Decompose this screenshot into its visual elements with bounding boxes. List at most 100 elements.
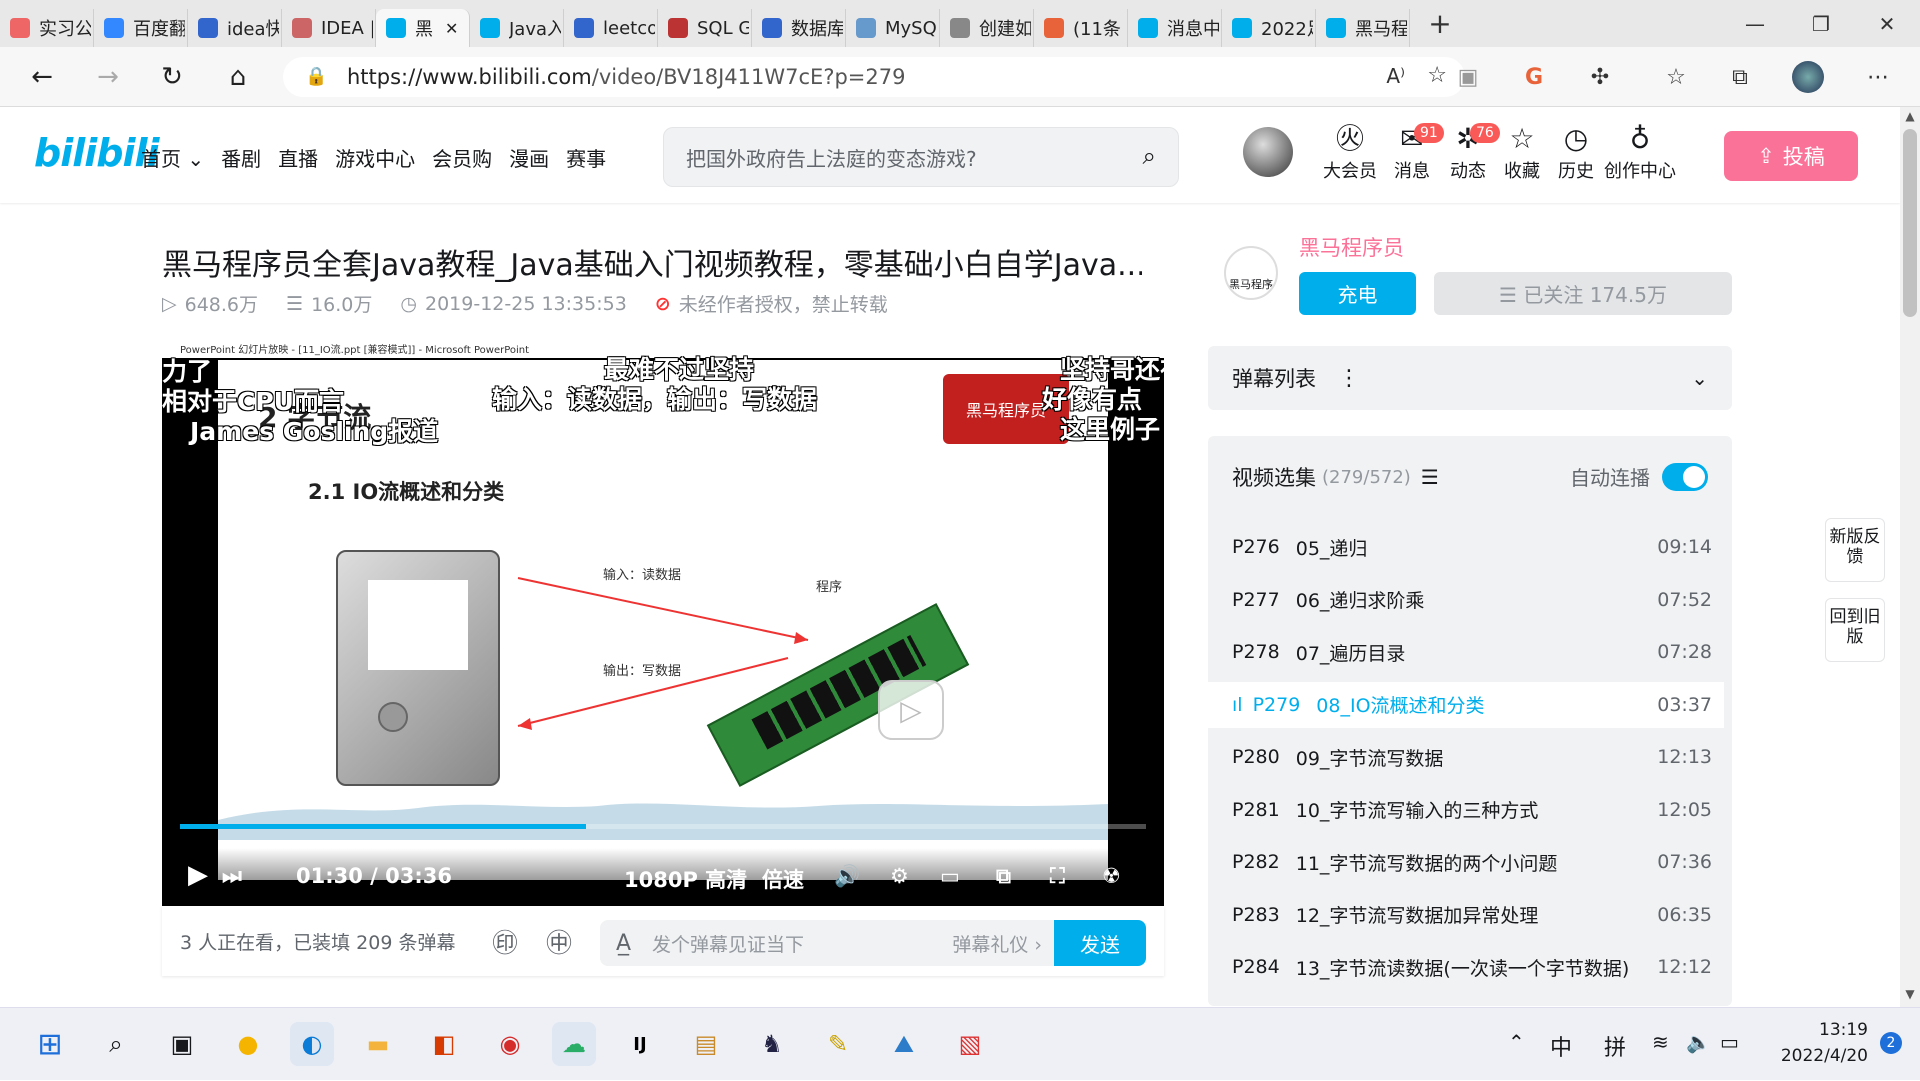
add-favorite-icon[interactable]: ☆ <box>1427 63 1447 88</box>
browser-tab[interactable]: 百度翻 <box>94 9 188 47</box>
search-input[interactable]: 把国外政府告上法庭的变态游戏? ⌕ <box>663 127 1179 187</box>
danmaku-settings-icon[interactable]: ㊥ <box>546 923 572 960</box>
browser-tab[interactable]: 消息中 <box>1128 9 1222 47</box>
upload-button[interactable]: ⇪ 投稿 <box>1724 131 1858 181</box>
photos-icon[interactable]: ⛰ <box>882 1022 926 1066</box>
episode-item[interactable]: P278 07_遍历目录 07:28 <box>1208 629 1724 675</box>
home-icon[interactable]: ⌂ <box>220 59 256 95</box>
episode-item[interactable]: P28514_字节流复制文本文件04:11 <box>1208 997 1724 1007</box>
header-item-vip[interactable]: ㊋大会员 <box>1322 121 1378 183</box>
browser-tab[interactable]: leetco <box>564 9 658 47</box>
notes-icon[interactable]: ✎ <box>816 1022 860 1066</box>
scrollbar-thumb[interactable] <box>1903 129 1917 317</box>
chevron-down-icon[interactable]: ⌄ <box>1691 366 1708 390</box>
video-player[interactable]: PowerPoint 幻灯片放映 - [11_IO流.ppt [兼容模式]] -… <box>162 344 1164 906</box>
danmaku-list-panel[interactable]: 弹幕列表 ⋮ ⌄ <box>1208 346 1732 410</box>
archive-icon[interactable]: ▤ <box>684 1022 728 1066</box>
episode-item[interactable]: ıl P279 08_IO流概述和分类 03:37 <box>1208 681 1724 728</box>
browser-tab[interactable]: SQL G <box>658 9 752 47</box>
text-style-icon[interactable]: A̲ <box>616 931 631 956</box>
header-item-dynamic[interactable]: ✲ 动态 76 <box>1440 121 1500 183</box>
browser-tab[interactable]: 实习公 <box>0 9 94 47</box>
extension-icon[interactable]: G <box>1518 61 1550 93</box>
episode-item[interactable]: P281 10_字节流写输入的三种方式 12:05 <box>1208 787 1724 833</box>
next-icon[interactable]: ⏭ <box>222 864 242 889</box>
browser-tab[interactable]: 黑马程 <box>1316 9 1410 47</box>
lock-icon[interactable]: 🔒 <box>305 66 327 87</box>
clock-date[interactable]: 2022/4/20 <box>1768 1046 1868 1066</box>
nav-item[interactable]: 首页 ⌄ <box>141 143 204 172</box>
nav-item[interactable]: 番剧 <box>221 143 261 172</box>
new-tab-button[interactable]: + <box>1420 4 1460 44</box>
autoplay-toggle[interactable] <box>1662 462 1708 491</box>
danmaku-toggle-icon[interactable]: ㊞ <box>492 923 518 960</box>
send-button[interactable]: 发送 <box>1054 920 1146 966</box>
settings-icon[interactable]: ⚙ <box>890 864 909 888</box>
scroll-down-arrow[interactable]: ▼ <box>1900 987 1920 1001</box>
episode-item[interactable]: P276 05_递归 09:14 <box>1208 524 1724 570</box>
chevron-up-icon[interactable]: ⌃ <box>1508 1030 1525 1054</box>
episode-item[interactable]: P277 06_递归求阶乘 07:52 <box>1208 577 1724 623</box>
charge-button[interactable]: 充电 <box>1299 272 1416 315</box>
header-item-message[interactable]: ✉ 消息 91 <box>1384 121 1444 183</box>
pdf-reader-icon[interactable]: ▧ <box>948 1022 992 1066</box>
wechat-icon[interactable]: ☁ <box>552 1022 596 1066</box>
header-item-bulb[interactable]: ♁ 创作中心 <box>1598 121 1682 183</box>
close-tab-icon[interactable]: ✕ <box>445 19 458 38</box>
extensions-puzzle-icon[interactable]: ✣ <box>1584 61 1616 93</box>
favorites-icon[interactable]: ☆ <box>1660 61 1692 93</box>
browser-tab[interactable]: 创建如 <box>940 9 1034 47</box>
nav-item[interactable]: 漫画 <box>509 143 549 172</box>
uploader-avatar[interactable]: 黑马程序 <box>1224 246 1278 300</box>
clock-time[interactable]: 13:19 <box>1768 1020 1868 1040</box>
collections-icon[interactable]: ▣ <box>1452 61 1484 93</box>
office-icon[interactable]: ◧ <box>422 1022 466 1066</box>
collections-add-icon[interactable]: ⧉ <box>1724 61 1756 93</box>
browser-tab[interactable]: (11条 <box>1034 9 1128 47</box>
nav-item[interactable]: 直播 <box>278 143 318 172</box>
ime-mode[interactable]: 中 <box>1550 1030 1572 1062</box>
widescreen-icon[interactable]: ▭ <box>940 864 960 888</box>
episode-item[interactable]: P284 13_字节流读数据(一次读一个字节数据) 12:12 <box>1208 944 1724 990</box>
episode-item[interactable]: P282 11_字节流写数据的两个小问题 07:36 <box>1208 839 1724 885</box>
notification-badge[interactable]: 2 <box>1880 1032 1902 1054</box>
browser-tab[interactable]: Java入 <box>470 9 564 47</box>
search-icon[interactable]: ⌕ <box>1143 142 1156 170</box>
edge-browser-icon[interactable]: ◐ <box>290 1022 334 1066</box>
volume-tray-icon[interactable]: 🔈 <box>1686 1030 1711 1054</box>
maximize-button[interactable]: ❐ <box>1788 0 1854 47</box>
more-options-icon[interactable]: ⋮ <box>1338 366 1360 391</box>
browser-tab[interactable]: idea快 <box>188 9 282 47</box>
more-menu-icon[interactable]: ⋯ <box>1862 61 1894 93</box>
nav-item[interactable]: 会员购 <box>432 143 492 172</box>
play-overlay-icon[interactable]: ▷ <box>878 680 944 740</box>
browser-tab[interactable]: IDEA ‖ <box>282 9 376 47</box>
user-avatar[interactable] <box>1243 127 1293 177</box>
weather-icon[interactable]: ● <box>226 1022 270 1066</box>
windows-start-icon[interactable]: ⊞ <box>28 1022 72 1066</box>
follow-button[interactable]: ☰ 已关注 174.5万 <box>1434 272 1732 315</box>
scroll-up-arrow[interactable]: ▲ <box>1900 109 1920 123</box>
bilibili-logo[interactable]: bilibili <box>34 131 160 175</box>
search-taskbar-icon[interactable]: ⌕ <box>94 1022 138 1066</box>
close-window-button[interactable]: ✕ <box>1854 0 1920 47</box>
back-to-old-version-button[interactable]: 回到旧版 <box>1825 598 1885 662</box>
browser-tab[interactable]: 数据库 <box>752 9 846 47</box>
page-scrollbar[interactable]: ▲ ▼ <box>1900 107 1920 1007</box>
header-item-star[interactable]: ☆ 收藏 <box>1494 121 1550 183</box>
episode-item[interactable]: P280 09_字节流写数据 12:13 <box>1208 734 1724 780</box>
header-item-history[interactable]: ◷ 历史 <box>1548 121 1604 183</box>
address-input[interactable]: 🔒 https://www.bilibili.com/video/BV18J41… <box>283 57 1465 97</box>
wifi-icon[interactable]: ≋ <box>1652 1030 1669 1054</box>
browser-tab[interactable]: 2022足 <box>1222 9 1316 47</box>
nav-item[interactable]: 赛事 <box>566 143 606 172</box>
browser-tab[interactable]: MySQ <box>846 9 940 47</box>
nav-item[interactable]: 游戏中心 <box>335 143 415 172</box>
minimize-button[interactable]: — <box>1722 0 1788 47</box>
danmaku-etiquette-link[interactable]: 弹幕礼仪 › <box>952 930 1042 957</box>
profile-avatar[interactable] <box>1792 61 1824 93</box>
ime-pinyin[interactable]: 拼 <box>1604 1030 1626 1062</box>
list-view-icon[interactable]: ☰ <box>1421 465 1439 489</box>
file-explorer-icon[interactable]: ▬ <box>356 1022 400 1066</box>
browser-tab[interactable]: 黑 ✕ <box>376 9 470 47</box>
